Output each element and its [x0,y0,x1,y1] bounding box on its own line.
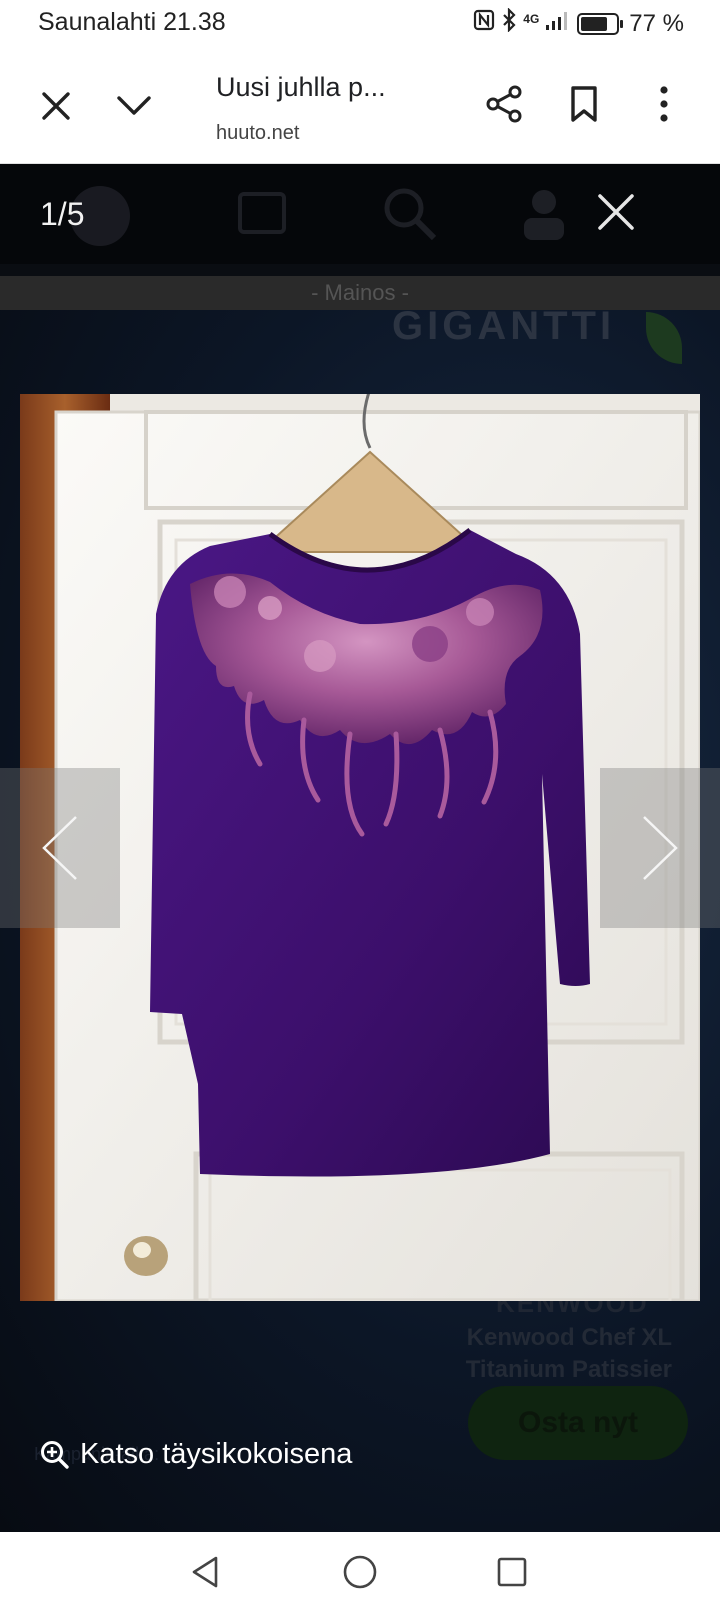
gallery-close-icon[interactable] [594,190,638,234]
zoom-in-icon [41,1440,69,1469]
ad-product-line1: Kenwood Chef XL [466,1324,672,1351]
page-title[interactable]: Uusi juhlla p... [216,72,386,103]
recents-icon[interactable] [492,1552,532,1592]
chevron-down-icon[interactable] [114,86,154,126]
product-photo[interactable] [20,394,700,1301]
back-icon[interactable] [186,1552,226,1592]
next-image-button[interactable] [600,768,720,928]
network-label: 4G [523,11,540,26]
status-icons: 4G 77 % [473,7,684,39]
battery-icon [577,12,624,35]
image-counter: 1/5 [40,196,85,232]
ad-product-line2: Titanium Patissier [465,1356,672,1383]
carrier-time: Saunalahti 21.38 [38,8,226,36]
screen: { "status_bar": { "carrier_time": "Sauna… [0,0,720,1612]
edit-icon [238,186,298,241]
close-icon[interactable] [36,86,76,126]
page-url[interactable]: huuto.net [216,122,299,145]
signal-icon [545,9,571,38]
more-vert-icon[interactable] [644,82,684,126]
battery-percent: 77 % [629,9,684,37]
battery-fill [581,16,608,31]
search-icon [382,186,438,247]
home-icon[interactable] [340,1552,380,1592]
chevron-left-icon [42,816,77,880]
share-icon[interactable] [482,82,526,126]
view-full-size-button[interactable]: Katso täysikokoisena [40,1438,352,1471]
status-bar: Saunalahti 21.38 4G 77 % [0,0,720,46]
ad-brand: GIGANTTI [392,304,616,348]
page-content: 1/5 - Mainos - GIGANTTI KENWOOD Kenwood … [0,164,720,1532]
user-icon [520,186,568,247]
view-full-size-label: Katso täysikokoisena [80,1438,353,1470]
bluetooth-icon [501,7,517,39]
prev-image-button[interactable] [0,768,120,928]
shirt-photo-illustration [20,394,700,1301]
browser-toolbar: Uusi juhlla p... huuto.net [0,46,720,164]
nfc-icon [473,9,495,38]
bookmark-icon[interactable] [562,82,606,126]
chevron-right-icon [643,816,678,880]
ad-product-name: Kenwood Chef XL Titanium Patissier [452,1322,672,1386]
ad-buy-button[interactable]: Osta nyt [468,1386,688,1460]
system-nav-bar [0,1532,720,1612]
